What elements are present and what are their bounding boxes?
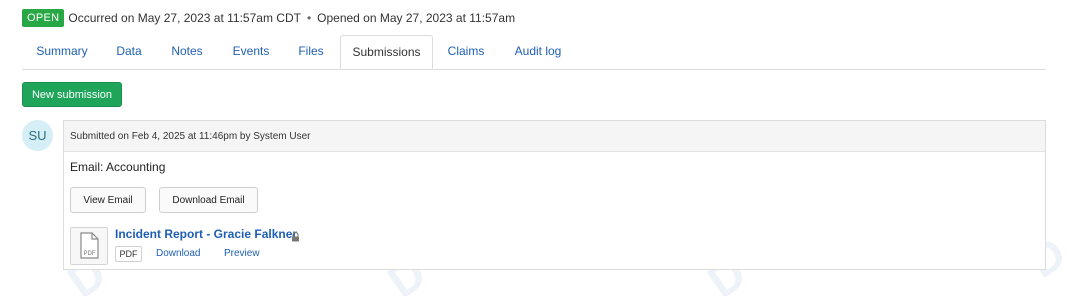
tab-submissions[interactable]: Submissions xyxy=(340,35,433,69)
preview-file-link[interactable]: Preview xyxy=(224,248,260,259)
submission-card: Submitted on Feb 4, 2025 at 11:46pm by S… xyxy=(63,120,1046,270)
tab-bar: Summary Data Notes Events Files Submissi… xyxy=(22,35,1046,70)
tab-summary[interactable]: Summary xyxy=(28,35,96,68)
tab-data[interactable]: Data xyxy=(106,35,152,68)
separator-dot: • xyxy=(306,11,312,25)
opened-text: Opened on May 27, 2023 at 11:57am xyxy=(317,11,516,25)
pdf-file-icon[interactable]: PDF xyxy=(70,227,108,265)
download-file-link[interactable]: Download xyxy=(156,248,200,259)
incident-status-line: OPEN Occurred on May 27, 2023 at 11:57am… xyxy=(22,9,515,27)
view-email-button[interactable]: View Email xyxy=(70,187,146,213)
submission-subject: Email: Accounting xyxy=(70,160,166,174)
file-type-badge: PDF xyxy=(115,246,142,262)
new-submission-button[interactable]: New submission xyxy=(22,82,122,107)
lock-icon xyxy=(291,229,300,247)
file-name-link[interactable]: Incident Report - Gracie Falkner xyxy=(115,227,297,241)
tab-events[interactable]: Events xyxy=(222,35,280,68)
avatar: SU xyxy=(22,120,53,151)
tab-notes[interactable]: Notes xyxy=(162,35,212,68)
submission-header-text: Submitted on Feb 4, 2025 at 11:46pm by S… xyxy=(70,130,311,142)
download-email-button[interactable]: Download Email xyxy=(159,187,258,213)
tab-claims[interactable]: Claims xyxy=(441,35,491,68)
status-badge: OPEN xyxy=(22,9,65,27)
tab-files[interactable]: Files xyxy=(290,35,332,68)
tab-audit-log[interactable]: Audit log xyxy=(504,35,572,68)
submission-header: Submitted on Feb 4, 2025 at 11:46pm by S… xyxy=(64,121,1045,152)
pdf-icon-label: PDF xyxy=(84,251,96,257)
occurred-text: Occurred on May 27, 2023 at 11:57am CDT xyxy=(68,11,301,25)
